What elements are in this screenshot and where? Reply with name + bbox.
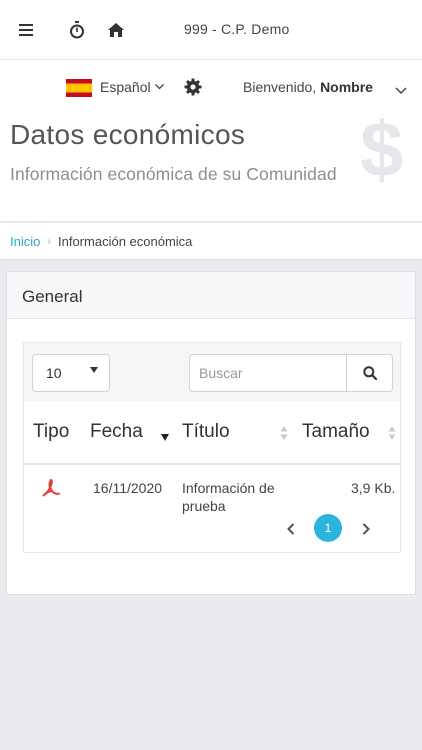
breadcrumb-separator: › xyxy=(47,234,51,248)
search-input[interactable]: Buscar xyxy=(189,354,347,392)
home-icon[interactable] xyxy=(105,19,127,41)
dollar-sign-icon: $ xyxy=(360,105,404,193)
breadcrumb-home-link[interactable]: Inicio xyxy=(10,234,40,249)
spain-flag-icon[interactable] xyxy=(66,79,92,97)
panel-title: General xyxy=(22,287,83,306)
sort-both-icon xyxy=(280,426,288,440)
page-length-select[interactable]: 10 xyxy=(32,354,110,392)
pagination-page-button[interactable]: 1 xyxy=(314,514,342,542)
breadcrumb-current: Información económica xyxy=(58,234,193,249)
welcome-text[interactable]: Bienvenido, Nombre xyxy=(243,79,373,95)
search-placeholder: Buscar xyxy=(199,365,243,381)
user-name: Nombre xyxy=(320,79,373,95)
row-date: 16/11/2020 xyxy=(93,480,163,496)
language-label: Español xyxy=(100,79,151,95)
chevron-down-icon[interactable] xyxy=(395,82,407,95)
column-header-titulo[interactable]: Título xyxy=(182,421,230,443)
pdf-icon[interactable] xyxy=(40,477,62,499)
community-title[interactable]: 999 - C.P. Demo xyxy=(184,21,289,37)
general-panel: General 10 Buscar Tipo Fecha Título Tama… xyxy=(6,271,416,595)
column-header-fecha[interactable]: Fecha xyxy=(90,421,143,443)
row-title[interactable]: Información de prueba xyxy=(182,479,275,515)
page-subtitle: Información económica de su Comunidad xyxy=(10,164,337,184)
top-navbar: 999 - C.P. Demo xyxy=(0,0,422,60)
sort-desc-icon xyxy=(161,434,169,441)
chevron-down-icon xyxy=(154,84,164,90)
pagination-previous-button[interactable] xyxy=(277,515,305,543)
chevron-right-icon xyxy=(362,523,370,535)
language-selector[interactable]: Español xyxy=(100,79,164,95)
data-table: 10 Buscar Tipo Fecha Título Tamaño 16/11… xyxy=(23,342,401,553)
pagination-next-button[interactable] xyxy=(352,515,380,543)
caret-down-icon xyxy=(90,367,98,373)
column-header-tamano[interactable]: Tamaño xyxy=(302,421,370,443)
search-icon xyxy=(362,366,377,380)
welcome-prefix: Bienvenido, xyxy=(243,79,317,95)
row-title-line: Información de xyxy=(182,480,275,496)
page-title: Datos económicos xyxy=(10,119,246,150)
search-button[interactable] xyxy=(346,354,393,392)
page-length-value: 10 xyxy=(46,365,62,381)
sort-both-icon xyxy=(388,426,396,440)
stopwatch-icon[interactable] xyxy=(66,19,88,41)
panel-header: General xyxy=(7,272,415,319)
column-header-tipo[interactable]: Tipo xyxy=(33,421,69,443)
gear-icon[interactable] xyxy=(184,78,202,96)
row-title-line: prueba xyxy=(182,498,226,514)
chevron-left-icon xyxy=(287,523,295,535)
row-size: 3,9 Kb. xyxy=(351,480,396,496)
table-row: 16/11/2020 Información de prueba 3,9 Kb. … xyxy=(24,465,400,552)
hamburger-menu-icon[interactable] xyxy=(15,19,37,41)
table-controls: 10 Buscar xyxy=(24,343,400,401)
